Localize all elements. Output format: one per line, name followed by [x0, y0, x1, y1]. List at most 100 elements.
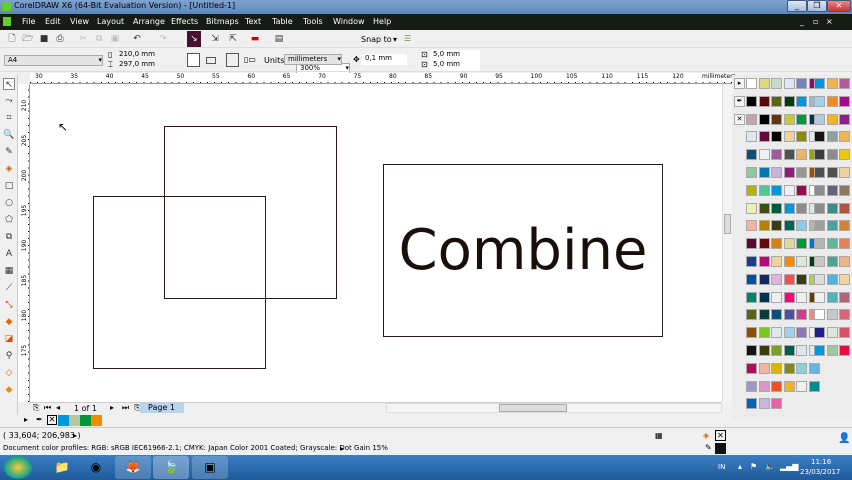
color-swatch[interactable] [814, 238, 825, 250]
color-swatch[interactable] [839, 273, 850, 285]
color-swatch[interactable] [826, 78, 838, 89]
color-swatch[interactable] [796, 380, 807, 392]
document-color-swatch[interactable] [69, 415, 80, 426]
open-icon[interactable]: 🗁 [21, 31, 35, 47]
prev-page-icon[interactable]: ◂ [56, 403, 60, 412]
volume-icon[interactable]: 🔈 [765, 462, 775, 471]
color-swatch[interactable] [746, 345, 757, 356]
hscroll-thumb[interactable] [499, 404, 567, 412]
color-swatch[interactable] [814, 291, 825, 303]
color-management-icon[interactable]: ▦ [655, 431, 663, 440]
explorer-icon[interactable]: 📁 [44, 456, 80, 479]
export-icon[interactable]: ⇱ [226, 31, 240, 47]
color-swatch[interactable] [814, 184, 825, 196]
color-swatch[interactable] [771, 167, 782, 178]
app-icon-taskbar[interactable]: ▣ [192, 456, 228, 479]
color-swatch[interactable] [746, 362, 757, 374]
clock-date[interactable]: 23/03/2017 [800, 468, 840, 476]
coreldraw-icon[interactable]: 🍃 [153, 456, 189, 479]
color-swatch[interactable] [771, 95, 782, 107]
fill-none-swatch[interactable]: ✕ [715, 430, 726, 441]
profiles-arrow-icon[interactable]: ▸ [340, 444, 344, 453]
color-swatch[interactable] [771, 398, 782, 410]
color-swatch[interactable] [796, 220, 807, 232]
color-swatch[interactable] [814, 167, 825, 178]
color-swatch[interactable] [839, 220, 850, 232]
smart-fill-icon[interactable]: ◈ [3, 163, 15, 175]
close-button[interactable]: ✕ [827, 0, 851, 12]
outline-color-swatch[interactable] [715, 443, 726, 454]
color-swatch[interactable] [796, 327, 807, 339]
color-swatch[interactable] [826, 184, 838, 196]
color-swatch[interactable] [758, 309, 770, 321]
portrait-button[interactable] [187, 53, 200, 67]
color-swatch[interactable] [758, 113, 770, 125]
color-swatch[interactable] [758, 398, 770, 410]
menu-view[interactable]: View [70, 17, 89, 26]
palette-play-icon[interactable]: ▸ [24, 415, 28, 424]
color-swatch[interactable] [839, 184, 850, 196]
color-swatch[interactable] [796, 149, 807, 161]
language-indicator[interactable]: IN [718, 463, 725, 471]
combine-text[interactable]: Combine [399, 218, 648, 283]
color-swatch[interactable] [783, 202, 795, 214]
color-swatch[interactable] [758, 78, 770, 89]
paste-icon[interactable]: ▣ [108, 31, 122, 47]
transparency-tool-icon[interactable]: ◪ [3, 333, 15, 345]
fill-tool-icon[interactable]: ◇ [3, 367, 15, 379]
color-swatch[interactable] [746, 149, 757, 161]
action-center-icon[interactable]: ⚑ [750, 462, 757, 471]
color-swatch[interactable] [746, 380, 757, 392]
doc-restore-icon[interactable]: ▫ [813, 17, 818, 26]
document-color-swatch[interactable] [91, 415, 102, 426]
shape-tool-icon[interactable]: ⤳ [3, 95, 15, 107]
chrome-icon[interactable]: ◉ [78, 456, 114, 479]
color-swatch[interactable] [783, 78, 795, 89]
color-swatch[interactable] [826, 291, 838, 303]
crop-tool-icon[interactable]: ⌗ [3, 112, 15, 124]
color-swatch[interactable] [771, 256, 782, 267]
color-swatch[interactable] [796, 184, 807, 196]
options-icon[interactable]: ☰ [404, 34, 411, 43]
save-icon[interactable]: ■ [37, 31, 51, 47]
color-swatch[interactable] [796, 362, 807, 374]
color-swatch[interactable] [839, 167, 850, 178]
color-swatch[interactable] [826, 238, 838, 250]
color-swatch[interactable] [826, 131, 838, 143]
color-swatch[interactable] [746, 113, 757, 125]
start-button[interactable] [4, 456, 32, 479]
vertical-scrollbar[interactable] [722, 84, 732, 402]
color-swatch[interactable] [746, 398, 757, 410]
vertical-ruler[interactable]: 210 205 200 195 190 185 180 175 [18, 84, 30, 402]
text-tool-icon[interactable]: A [3, 248, 15, 260]
doc-close-icon[interactable]: × [826, 17, 833, 26]
menu-edit[interactable]: Edit [45, 17, 61, 26]
color-swatch[interactable] [771, 113, 782, 125]
color-swatch[interactable] [839, 256, 850, 267]
color-swatch[interactable] [783, 113, 795, 125]
color-swatch[interactable] [771, 380, 782, 392]
color-swatch[interactable] [796, 273, 807, 285]
color-swatch[interactable] [771, 220, 782, 232]
square-shape-bottom[interactable] [93, 196, 266, 369]
menu-help[interactable]: Help [373, 17, 391, 26]
doc-minimize-icon[interactable]: _ [800, 17, 804, 26]
landscape-button[interactable] [206, 57, 216, 64]
color-swatch[interactable] [814, 345, 825, 356]
color-swatch[interactable] [758, 167, 770, 178]
color-swatch[interactable] [758, 202, 770, 214]
color-swatch[interactable] [783, 327, 795, 339]
zoom-tool-icon[interactable]: 🔍 [3, 129, 15, 141]
color-swatch[interactable] [796, 291, 807, 303]
color-swatch[interactable] [758, 238, 770, 250]
color-swatch[interactable] [758, 131, 770, 143]
color-swatch[interactable] [814, 309, 825, 321]
color-swatch[interactable] [771, 202, 782, 214]
color-swatch[interactable] [758, 327, 770, 339]
color-swatch[interactable] [814, 327, 825, 339]
color-swatch[interactable] [814, 149, 825, 161]
color-swatch[interactable] [771, 78, 782, 89]
color-swatch[interactable] [839, 202, 850, 214]
color-swatch[interactable] [796, 167, 807, 178]
snap-to-dropdown[interactable]: Snap to [361, 35, 392, 44]
